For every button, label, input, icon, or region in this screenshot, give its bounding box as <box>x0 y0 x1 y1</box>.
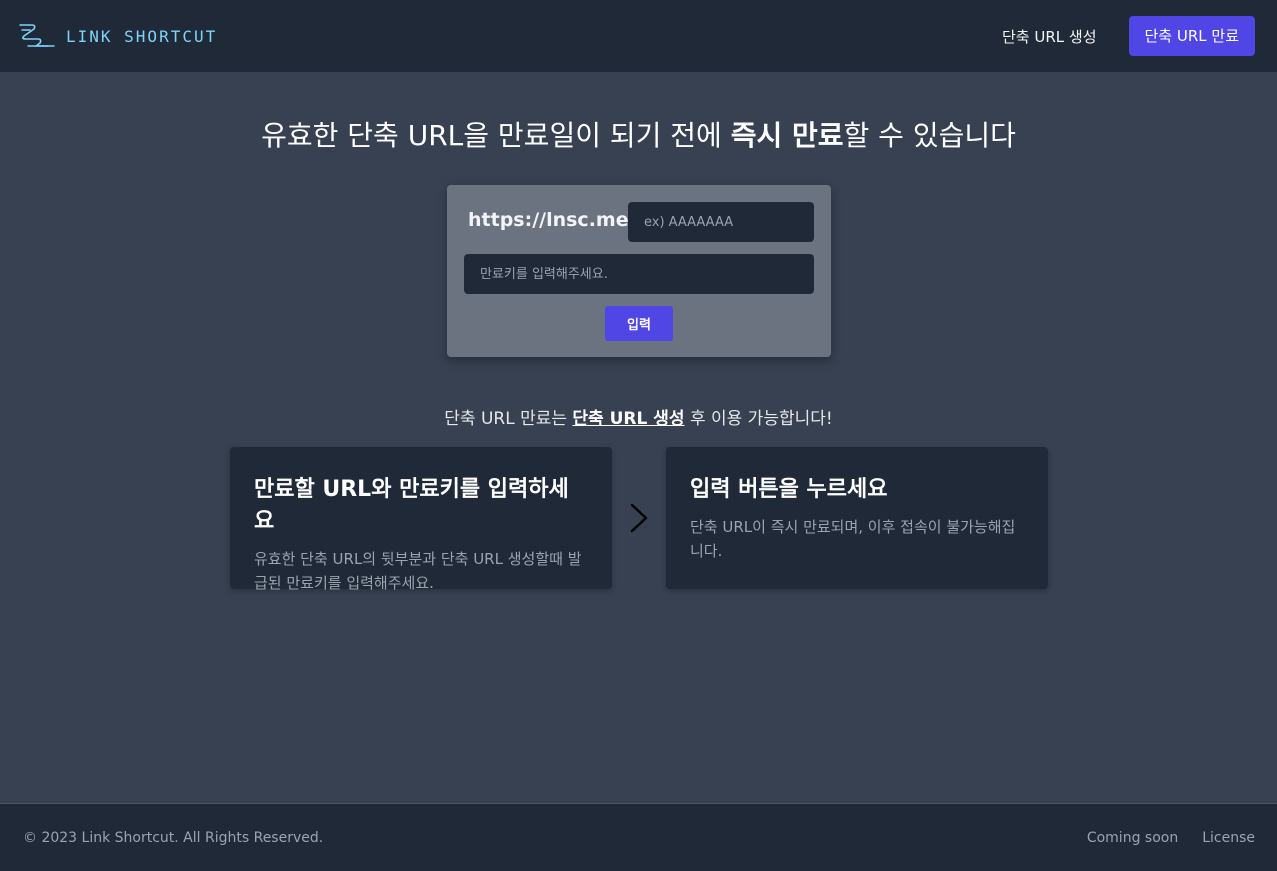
step-card-1: 만료할 URL와 만료키를 입력하세요 유효한 단축 URL의 뒷부분과 단축 … <box>230 447 612 592</box>
page-title-part2: 할 수 있습니다 <box>843 119 1016 152</box>
step-title: 만료할 URL와 만료키를 입력하세요 <box>254 477 569 534</box>
nav-create-url-link[interactable]: 단축 URL 생성 <box>1002 26 1097 47</box>
expire-form: https://lnsc.me/ 입력 <box>447 185 831 357</box>
url-prefix: https://lnsc.me/ <box>468 209 636 231</box>
copyright: © 2023 Link Shortcut. All Rights Reserve… <box>23 829 324 846</box>
notice-text: 단축 URL 만료는 단축 URL 생성 후 이용 가능합니다! <box>0 404 1277 429</box>
header: LINK SHORTCUT 단축 URL 생성 단축 URL 만료 <box>0 0 1277 72</box>
page-title: 유효한 단축 URL을 만료일이 되기 전에 즉시 만료할 수 있습니다 <box>0 114 1277 154</box>
logo[interactable]: LINK SHORTCUT <box>18 22 217 50</box>
footer-link-coming-soon[interactable]: Coming soon <box>1087 830 1178 846</box>
short-code-input[interactable] <box>628 202 814 242</box>
footer-link-license[interactable]: License <box>1202 830 1255 846</box>
step-title: 입력 버튼을 누르세요 <box>690 477 888 502</box>
step-description: 유효한 단축 URL의 뒷부분과 단축 URL 생성할때 발급된 만료키를 입력… <box>254 550 582 592</box>
step-description: 단축 URL이 즉시 만료되며, 이후 접속이 불가능해집니다. <box>690 518 1016 560</box>
notice-part1: 단축 URL 만료는 <box>444 409 573 429</box>
logo-text: LINK SHORTCUT <box>66 26 218 46</box>
expire-key-input[interactable] <box>464 254 814 294</box>
nav-expire-url-button[interactable]: 단축 URL 만료 <box>1128 16 1255 56</box>
step-card-2: 입력 버튼을 누르세요 단축 URL이 즉시 만료되며, 이후 접속이 불가능해… <box>666 447 1048 589</box>
footer: © 2023 Link Shortcut. All Rights Reserve… <box>0 803 1277 871</box>
notice-part2: 후 이용 가능합니다! <box>684 409 833 429</box>
link-shortcut-logo-icon <box>19 24 55 47</box>
notice-create-url-link[interactable]: 단축 URL 생성 <box>572 409 684 429</box>
page-title-bold: 즉시 만료 <box>730 119 844 152</box>
footer-links: Coming soon License <box>1087 830 1255 846</box>
submit-button[interactable]: 입력 <box>605 306 673 341</box>
chevron-right-icon <box>630 503 648 533</box>
top-nav: 단축 URL 생성 단축 URL 만료 <box>1002 16 1255 56</box>
page-title-part1: 유효한 단축 URL을 만료일이 되기 전에 <box>261 119 731 152</box>
